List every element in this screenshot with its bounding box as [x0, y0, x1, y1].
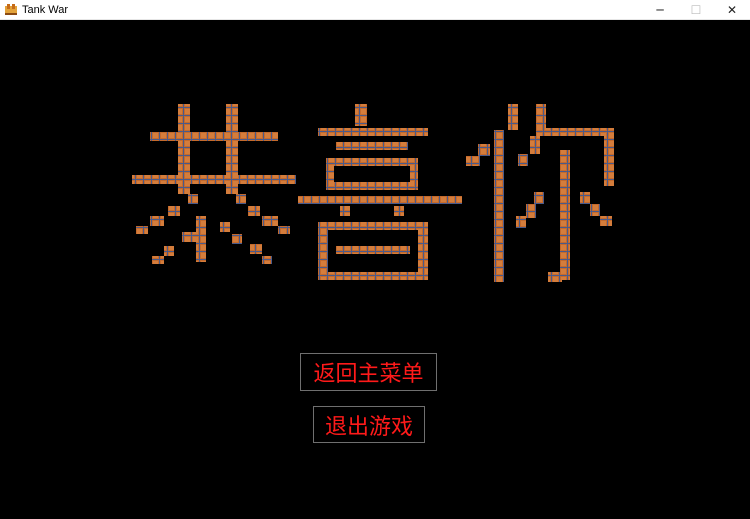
banner-brick-glyph-1	[178, 104, 190, 194]
banner-brick-glyph-1	[182, 232, 196, 242]
banner-brick-glyph-1	[196, 216, 206, 262]
banner-brick-glyph-3	[536, 104, 546, 128]
banner-brick-glyph-2	[318, 128, 428, 136]
banner-brick-glyph-1	[278, 226, 290, 234]
banner-brick-glyph-1	[168, 206, 180, 216]
banner-brick-glyph-3	[466, 156, 480, 166]
minimize-icon[interactable]: ─	[642, 0, 678, 19]
congratulations-banner	[132, 104, 614, 282]
banner-brick-glyph-2	[318, 272, 428, 280]
banner-brick-glyph-3	[590, 204, 600, 216]
banner-brick-glyph-3	[478, 144, 490, 156]
banner-brick-glyph-1	[232, 234, 242, 244]
banner-brick-glyph-3	[494, 144, 504, 282]
banner-brick-glyph-2	[394, 206, 404, 216]
banner-brick-glyph-3	[508, 104, 518, 130]
window-title: Tank War	[22, 3, 69, 16]
banner-brick-glyph-3	[548, 272, 562, 282]
banner-brick-glyph-1	[152, 256, 164, 264]
game-window: Tank War ─ ☐ ✕ 返回主菜单 退出游戏	[0, 0, 750, 519]
banner-brick-glyph-2	[355, 104, 367, 126]
exit-game-button[interactable]: 退出游戏	[313, 406, 425, 443]
banner-brick-glyph-1	[150, 216, 164, 226]
banner-brick-glyph-3	[516, 216, 526, 228]
tank-app-icon	[5, 3, 17, 15]
window-controls: ─ ☐ ✕	[642, 0, 750, 19]
banner-brick-glyph-3	[604, 136, 614, 186]
banner-brick-glyph-1	[136, 226, 148, 234]
banner-brick-glyph-1	[262, 256, 272, 264]
banner-brick-glyph-2	[326, 166, 334, 184]
banner-brick-glyph-2	[336, 142, 408, 150]
banner-brick-glyph-3	[536, 128, 614, 136]
banner-brick-glyph-1	[150, 132, 278, 141]
banner-brick-glyph-3	[580, 192, 590, 204]
banner-brick-glyph-1	[250, 244, 262, 254]
banner-brick-glyph-2	[298, 196, 462, 204]
banner-brick-glyph-2	[340, 206, 350, 216]
title-bar[interactable]: Tank War ─ ☐ ✕	[0, 0, 750, 20]
return-main-menu-button[interactable]: 返回主菜单	[300, 353, 437, 391]
banner-brick-glyph-1	[220, 222, 230, 232]
banner-brick-glyph-3	[518, 154, 528, 166]
banner-brick-glyph-3	[526, 204, 536, 218]
banner-brick-glyph-1	[132, 175, 296, 184]
banner-brick-glyph-2	[336, 246, 410, 254]
banner-brick-glyph-2	[326, 182, 418, 190]
banner-brick-glyph-2	[318, 222, 428, 230]
banner-brick-glyph-3	[560, 150, 570, 280]
banner-brick-glyph-1	[262, 216, 278, 226]
banner-brick-glyph-3	[534, 192, 544, 204]
banner-brick-glyph-2	[326, 158, 418, 166]
maximize-icon[interactable]: ☐	[678, 0, 714, 19]
banner-brick-glyph-3	[530, 136, 540, 154]
banner-brick-glyph-1	[226, 104, 238, 194]
game-canvas: 返回主菜单 退出游戏	[0, 20, 750, 519]
close-icon[interactable]: ✕	[714, 0, 750, 19]
banner-brick-glyph-2	[410, 166, 418, 184]
banner-brick-glyph-1	[164, 246, 174, 256]
banner-brick-glyph-1	[236, 194, 246, 204]
banner-brick-glyph-3	[494, 130, 504, 144]
banner-brick-glyph-1	[248, 206, 260, 216]
banner-brick-glyph-3	[600, 216, 612, 226]
banner-brick-glyph-1	[188, 194, 198, 204]
